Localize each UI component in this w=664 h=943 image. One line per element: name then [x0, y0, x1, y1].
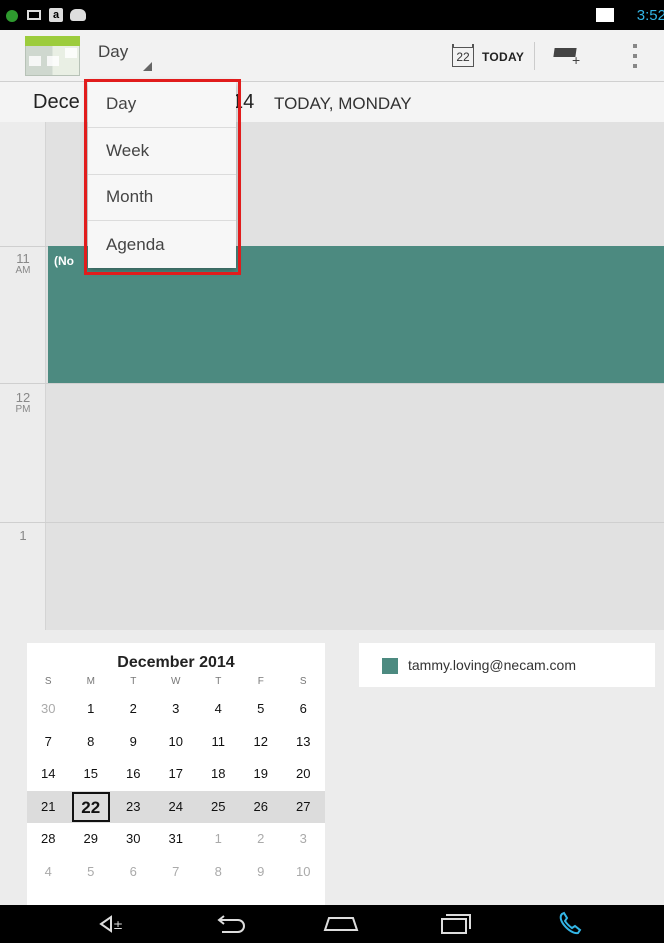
spinner-triangle-icon	[143, 62, 152, 71]
dropdown-item-month[interactable]: Month	[88, 175, 236, 222]
event-title: (No	[54, 254, 74, 268]
mini-calendar-day[interactable]: 31	[155, 823, 198, 856]
mini-calendar-day[interactable]: 2	[112, 693, 155, 726]
hour-label: 11 AM	[15, 251, 31, 276]
overflow-menu-icon[interactable]	[633, 44, 637, 68]
mini-calendar-day[interactable]: 27	[282, 791, 325, 824]
status-time: 3:52	[636, 7, 664, 24]
calendar-app-icon[interactable]	[25, 36, 80, 76]
dropdown-item-week[interactable]: Week	[88, 128, 236, 175]
view-dropdown: Day Week Month Agenda	[88, 81, 236, 268]
mail-icon	[27, 10, 41, 20]
divider	[534, 42, 535, 70]
calendar-today-icon: 22	[452, 44, 474, 67]
dropdown-item-agenda[interactable]: Agenda	[88, 221, 236, 268]
mini-calendar-day[interactable]: 8	[197, 856, 240, 889]
mini-calendar-weeks: 30 1 2 3 4 5 6 7 8 9 10 11 12 13 14 15 16 17 18 19 20 21 22 23 2…	[27, 693, 325, 888]
mini-calendar-day[interactable]: 3	[155, 693, 198, 726]
mini-calendar-week: 21 22 23 24 25 26 27	[27, 790, 325, 824]
mini-calendar-day[interactable]: 15	[70, 758, 113, 791]
mini-calendar-day[interactable]: 13	[282, 726, 325, 759]
mini-calendar-day[interactable]: 8	[70, 726, 113, 759]
mini-calendar-day[interactable]: 19	[240, 758, 283, 791]
mini-calendar-day[interactable]: 26	[240, 791, 283, 824]
calendar-account-name: tammy.loving@necam.com	[408, 657, 576, 673]
mini-calendar-day[interactable]: 30	[112, 823, 155, 856]
date-month: Dece	[33, 91, 80, 113]
view-spinner[interactable]: Day	[98, 42, 158, 72]
view-spinner-label: Day	[98, 42, 129, 61]
new-event-button[interactable]: +	[553, 48, 580, 68]
screen-icon	[596, 8, 614, 22]
dropdown-item-day[interactable]: Day	[88, 81, 236, 128]
notification-dot-icon	[6, 10, 18, 22]
weekday-header: S M T W T F S	[44, 676, 307, 687]
cat-icon	[70, 9, 86, 21]
mini-calendar-day[interactable]: 6	[112, 856, 155, 889]
mini-calendar-day[interactable]: 22	[70, 791, 113, 824]
amazon-icon: a	[49, 8, 63, 22]
mini-calendar-week: 30 1 2 3 4 5 6	[27, 693, 325, 726]
mini-calendar-day[interactable]: 9	[240, 856, 283, 889]
back-icon[interactable]	[205, 905, 255, 943]
hour-label: 1	[19, 528, 27, 543]
recents-icon[interactable]	[430, 905, 480, 943]
mini-calendar-day[interactable]: 4	[27, 856, 70, 889]
mini-calendar-day[interactable]: 18	[197, 758, 240, 791]
action-bar: Day 22 TODAY +	[0, 30, 664, 82]
time-column	[0, 122, 46, 630]
navigation-bar: ±	[0, 905, 664, 943]
mini-calendar-day[interactable]: 6	[282, 693, 325, 726]
phone-icon[interactable]	[545, 905, 595, 943]
mini-calendar-day[interactable]: 14	[27, 758, 70, 791]
mini-calendar-day[interactable]: 9	[112, 726, 155, 759]
mini-calendar-day[interactable]: 30	[27, 693, 70, 726]
mini-calendar-day[interactable]: 1	[197, 823, 240, 856]
mini-calendar-day[interactable]: 5	[240, 693, 283, 726]
status-bar: a 3:52	[0, 0, 664, 30]
mini-calendar-week: 4 5 6 7 8 9 10	[27, 856, 325, 889]
mini-calendar-day[interactable]: 12	[240, 726, 283, 759]
mini-calendar-day[interactable]: 17	[155, 758, 198, 791]
mini-calendar-day[interactable]: 3	[282, 823, 325, 856]
mini-calendar-day[interactable]: 28	[27, 823, 70, 856]
mini-calendar-day[interactable]: 25	[197, 791, 240, 824]
mini-calendar-day[interactable]: 10	[155, 726, 198, 759]
volume-icon[interactable]: ±	[92, 905, 132, 943]
mini-calendar-day[interactable]: 7	[155, 856, 198, 889]
mini-calendar-day[interactable]: 4	[197, 693, 240, 726]
mini-calendar-day[interactable]: 7	[27, 726, 70, 759]
mini-calendar-day[interactable]: 23	[112, 791, 155, 824]
today-label: TODAY	[482, 50, 525, 64]
mini-calendar-day[interactable]: 24	[155, 791, 198, 824]
mini-calendar-day[interactable]: 29	[70, 823, 113, 856]
calendar-list-item[interactable]: tammy.loving@necam.com	[359, 643, 655, 687]
mini-calendar-day[interactable]: 21	[27, 791, 70, 824]
mini-calendar-day[interactable]: 11	[197, 726, 240, 759]
svg-text:±: ±	[113, 918, 123, 932]
date-suffix: TODAY, MONDAY	[274, 94, 412, 113]
mini-calendar-day[interactable]: 16	[112, 758, 155, 791]
calendar-color-swatch	[382, 658, 398, 674]
hour-label: 12 PM	[15, 390, 31, 415]
mini-calendar-day[interactable]: 2	[240, 823, 283, 856]
mini-calendar-week: 28 29 30 31 1 2 3	[27, 823, 325, 856]
mini-calendar-day[interactable]: 10	[282, 856, 325, 889]
mini-calendar: December 2014 S M T W T F S 30 1 2 3 4 5 6 7 8 9 1…	[27, 643, 325, 905]
mini-calendar-day[interactable]: 1	[70, 693, 113, 726]
mini-calendar-week: 7 8 9 10 11 12 13	[27, 726, 325, 759]
mini-calendar-day[interactable]: 20	[282, 758, 325, 791]
mini-calendar-title: December 2014	[117, 654, 235, 671]
today-button[interactable]: 22 TODAY	[452, 43, 524, 71]
mini-calendar-day[interactable]: 5	[70, 856, 113, 889]
home-icon[interactable]	[316, 905, 366, 943]
mini-calendar-week: 14 15 16 17 18 19 20	[27, 758, 325, 791]
